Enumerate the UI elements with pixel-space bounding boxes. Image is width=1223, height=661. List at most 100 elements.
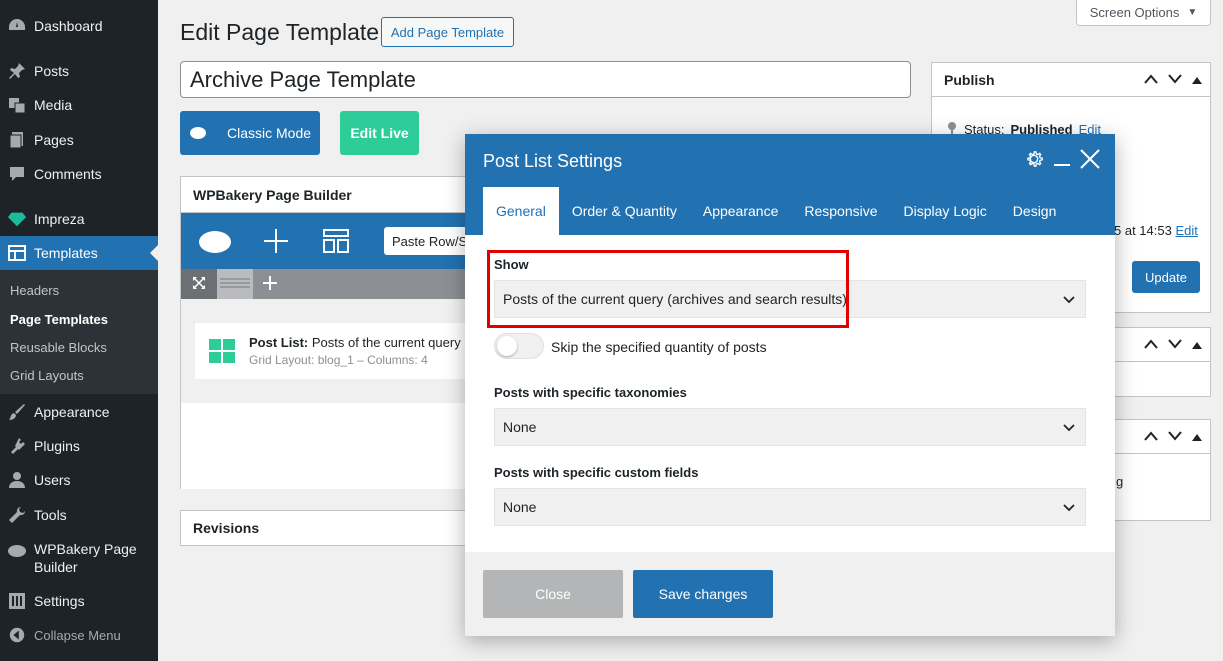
post-title-input[interactable]: Archive Page Template bbox=[180, 61, 911, 98]
chevron-down-icon bbox=[1063, 420, 1075, 436]
templates-layout-icon[interactable] bbox=[323, 228, 349, 257]
cloud-icon bbox=[7, 540, 27, 560]
taxonomies-label: Posts with specific taxonomies bbox=[494, 385, 687, 400]
wpbakery-toolbar: Paste Row/Section bbox=[181, 213, 494, 269]
cloud-icon bbox=[189, 125, 207, 141]
custom-fields-select[interactable]: None bbox=[494, 488, 1086, 526]
update-button[interactable]: Update bbox=[1132, 261, 1200, 293]
builder-empty-area bbox=[181, 403, 479, 489]
chevron-up-icon[interactable] bbox=[1144, 430, 1158, 444]
sidebar-item-appearance[interactable]: Appearance bbox=[0, 402, 158, 422]
publish-date: 5 at 14:53 Edit bbox=[1114, 223, 1198, 238]
templates-icon bbox=[7, 243, 27, 263]
tab-design[interactable]: Design bbox=[1000, 187, 1070, 235]
row-lines-icon bbox=[220, 276, 250, 293]
submenu-item-page-templates[interactable]: Page Templates bbox=[10, 312, 108, 327]
toggle-caret-icon[interactable] bbox=[1192, 73, 1202, 87]
chevron-up-icon[interactable] bbox=[1144, 73, 1158, 87]
close-button[interactable]: Close bbox=[483, 570, 623, 618]
element-subtitle: Grid Layout: blog_1 – Columns: 4 bbox=[249, 353, 428, 367]
sidebar-item-comments[interactable]: Comments bbox=[0, 164, 158, 184]
toggle-caret-icon[interactable] bbox=[1192, 430, 1202, 444]
element-desc: Posts of the current query (a bbox=[308, 335, 476, 350]
collapse-menu-button[interactable]: Collapse Menu bbox=[0, 625, 158, 645]
sidebar-item-posts[interactable]: Posts bbox=[0, 61, 158, 81]
collapse-arrow-icon bbox=[7, 625, 27, 645]
modal-footer: Close Save changes bbox=[465, 552, 1115, 636]
skip-quantity-toggle[interactable] bbox=[494, 333, 544, 359]
chevron-down-icon[interactable] bbox=[1168, 73, 1182, 87]
chevron-down-icon[interactable] bbox=[1168, 430, 1182, 444]
settings-icon bbox=[7, 591, 27, 611]
submenu-item-grid-layouts[interactable]: Grid Layouts bbox=[10, 368, 84, 383]
tab-order-quantity[interactable]: Order & Quantity bbox=[559, 187, 690, 235]
media-icon bbox=[7, 95, 27, 115]
taxonomies-select[interactable]: None bbox=[494, 408, 1086, 446]
chevron-up-icon[interactable] bbox=[1144, 338, 1158, 352]
chevron-down-icon bbox=[1063, 292, 1075, 308]
sidebar-item-impreza[interactable]: Impreza bbox=[0, 209, 158, 229]
dashboard-icon bbox=[7, 16, 27, 36]
custom-fields-label: Posts with specific custom fields bbox=[494, 465, 699, 480]
plugin-icon bbox=[7, 436, 27, 456]
add-page-template-button[interactable]: Add Page Template bbox=[381, 17, 514, 47]
wpbakery-logo-icon[interactable] bbox=[198, 227, 232, 258]
admin-sidebar: Dashboard Posts Media Pages Comments Imp… bbox=[0, 0, 158, 661]
element-name: Post List: bbox=[249, 335, 309, 350]
row-controls-bar bbox=[181, 269, 479, 299]
toggle-caret-icon[interactable] bbox=[1192, 338, 1202, 352]
skip-quantity-label: Skip the specified quantity of posts bbox=[551, 339, 767, 355]
close-icon[interactable] bbox=[1079, 148, 1101, 173]
grid-element-icon bbox=[209, 339, 235, 366]
add-element-icon[interactable] bbox=[263, 228, 289, 257]
sidebar-item-templates[interactable]: Templates bbox=[0, 236, 158, 270]
tab-display-logic[interactable]: Display Logic bbox=[891, 187, 1000, 235]
date-edit-link[interactable]: Edit bbox=[1175, 223, 1197, 238]
save-changes-button[interactable]: Save changes bbox=[633, 570, 773, 618]
classic-mode-button[interactable]: Classic Mode bbox=[180, 111, 320, 155]
tab-general[interactable]: General bbox=[483, 187, 559, 235]
page-title: Edit Page Template bbox=[180, 19, 380, 45]
minimize-icon[interactable] bbox=[1053, 150, 1071, 171]
chevron-down-icon[interactable] bbox=[1168, 338, 1182, 352]
screen-options-button[interactable]: Screen Options ▼ bbox=[1076, 0, 1211, 26]
post-list-element[interactable]: Post List: Posts of the current query (a… bbox=[195, 323, 480, 379]
row-layout-button[interactable] bbox=[217, 269, 253, 299]
modal-body: Show Posts of the current query (archive… bbox=[465, 235, 1115, 552]
sidebar-item-media[interactable]: Media bbox=[0, 95, 158, 115]
sidebar-item-users[interactable]: Users bbox=[0, 470, 158, 490]
revisions-box[interactable]: Revisions bbox=[180, 510, 480, 546]
sidebar-item-dashboard[interactable]: Dashboard bbox=[0, 16, 158, 36]
show-select[interactable]: Posts of the current query (archives and… bbox=[494, 280, 1086, 318]
pin-icon bbox=[7, 61, 27, 81]
wpbakery-box: WPBakery Page Builder Paste Row/Section bbox=[180, 176, 494, 489]
users-icon bbox=[7, 470, 27, 490]
submenu-item-headers[interactable]: Headers bbox=[10, 283, 59, 298]
caret-down-icon: ▼ bbox=[1187, 7, 1198, 18]
wpbakery-box-title: WPBakery Page Builder bbox=[181, 177, 479, 213]
side-box-3-text: g bbox=[1116, 474, 1124, 489]
sidebar-item-wpbakery[interactable]: WPBakery Page Builder bbox=[0, 540, 158, 578]
sidebar-item-tools[interactable]: Tools bbox=[0, 505, 158, 525]
sidebar-item-settings[interactable]: Settings bbox=[0, 591, 158, 611]
submenu-item-reusable-blocks[interactable]: Reusable Blocks bbox=[10, 340, 107, 355]
tab-responsive[interactable]: Responsive bbox=[791, 187, 890, 235]
sidebar-item-plugins[interactable]: Plugins bbox=[0, 436, 158, 456]
sidebar-item-pages[interactable]: Pages bbox=[0, 130, 158, 150]
row-move-button[interactable] bbox=[181, 269, 217, 299]
gear-icon[interactable] bbox=[1023, 148, 1045, 173]
modal-header: Post List Settings General Order & Quant… bbox=[465, 134, 1115, 235]
tab-appearance[interactable]: Appearance bbox=[690, 187, 792, 235]
modal-title: Post List Settings bbox=[483, 151, 623, 171]
brush-icon bbox=[7, 402, 27, 422]
row-add-button[interactable] bbox=[259, 269, 281, 299]
wrench-icon bbox=[7, 505, 27, 525]
post-list-settings-modal: Post List Settings General Order & Quant… bbox=[465, 134, 1115, 636]
show-label: Show bbox=[494, 257, 529, 272]
diamond-icon bbox=[7, 209, 27, 229]
expand-arrows-icon bbox=[192, 276, 206, 293]
pages-icon bbox=[7, 130, 27, 150]
edit-live-button[interactable]: Edit Live bbox=[340, 111, 419, 155]
comment-icon bbox=[7, 164, 27, 184]
plus-icon bbox=[262, 275, 278, 294]
